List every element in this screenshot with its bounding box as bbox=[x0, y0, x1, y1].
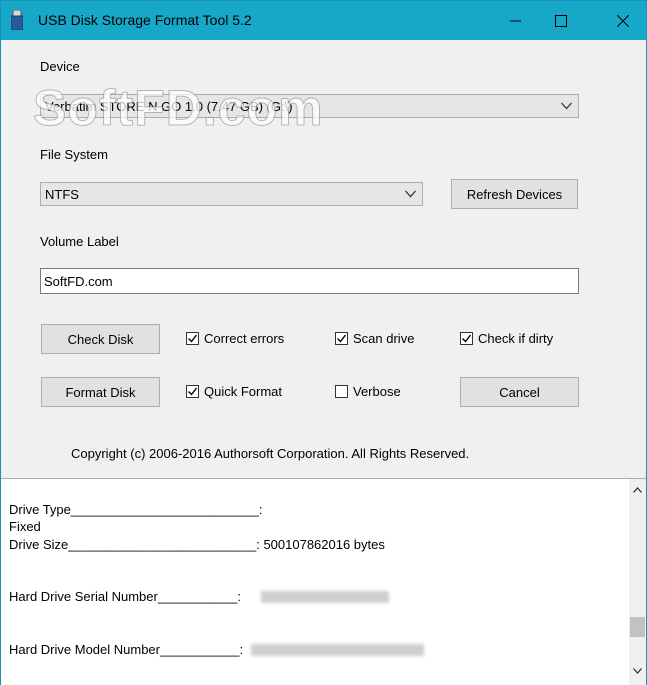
chevron-down-icon bbox=[561, 102, 572, 110]
volume-label-input[interactable]: SoftFD.com bbox=[40, 268, 579, 294]
device-dropdown[interactable]: Verbatim STORE N GO 1.0 (7.47 GB) (G:\) bbox=[40, 94, 579, 118]
minimize-button[interactable] bbox=[492, 1, 538, 40]
device-label: Device bbox=[40, 59, 80, 74]
file-system-dropdown[interactable]: NTFS bbox=[40, 182, 423, 206]
app-window: USB Disk Storage Format Tool 5.2 Device … bbox=[0, 0, 647, 685]
checkbox-box bbox=[335, 332, 348, 345]
checkbox-box bbox=[460, 332, 473, 345]
file-system-value: NTFS bbox=[45, 187, 79, 202]
check-if-dirty-checkbox[interactable]: Check if dirty bbox=[460, 331, 553, 346]
scrollbar-thumb[interactable] bbox=[630, 617, 645, 637]
refresh-devices-button[interactable]: Refresh Devices bbox=[451, 179, 578, 209]
log-drive-type: Drive Type__________________________: bbox=[9, 502, 263, 517]
close-button[interactable] bbox=[600, 1, 646, 40]
log-output[interactable]: Drive Type__________________________: Fi… bbox=[1, 478, 646, 685]
file-system-label: File System bbox=[40, 147, 108, 162]
log-drive-type-value: Fixed bbox=[9, 519, 41, 534]
checkbox-box bbox=[335, 385, 348, 398]
checkmark-icon bbox=[462, 334, 472, 343]
title-bar[interactable]: USB Disk Storage Format Tool 5.2 bbox=[1, 1, 646, 40]
close-icon bbox=[617, 14, 629, 27]
scan-drive-label: Scan drive bbox=[353, 331, 415, 346]
device-value: Verbatim STORE N GO 1.0 (7.47 GB) (G:\) bbox=[45, 99, 293, 114]
log-model-number: Hard Drive Model Number___________: bbox=[9, 642, 244, 657]
check-disk-button[interactable]: Check Disk bbox=[41, 324, 160, 354]
correct-errors-label: Correct errors bbox=[204, 331, 285, 346]
volume-label-value: SoftFD.com bbox=[44, 274, 113, 289]
verbose-label: Verbose bbox=[353, 384, 401, 399]
quick-format-label: Quick Format bbox=[204, 384, 283, 399]
checkmark-icon bbox=[337, 334, 347, 343]
checkbox-box bbox=[186, 385, 199, 398]
log-drive-size: Drive Size__________________________: 50… bbox=[9, 537, 385, 552]
redacted-serial bbox=[261, 591, 389, 603]
format-disk-button[interactable]: Format Disk bbox=[41, 377, 160, 407]
log-scrollbar[interactable] bbox=[629, 479, 646, 685]
volume-label-label: Volume Label bbox=[40, 234, 119, 249]
minimize-icon bbox=[509, 20, 521, 22]
checkmark-icon bbox=[188, 334, 198, 343]
copyright-text: Copyright (c) 2006-2016 Authorsoft Corpo… bbox=[71, 446, 470, 461]
redacted-model bbox=[251, 644, 424, 656]
cancel-button[interactable]: Cancel bbox=[460, 377, 579, 407]
checkbox-box bbox=[186, 332, 199, 345]
chevron-down-icon bbox=[405, 190, 416, 198]
main-panel: Device Verbatim STORE N GO 1.0 (7.47 GB)… bbox=[1, 40, 646, 477]
usb-drive-icon bbox=[11, 10, 23, 30]
correct-errors-checkbox[interactable]: Correct errors bbox=[186, 331, 284, 346]
quick-format-checkbox[interactable]: Quick Format bbox=[186, 384, 282, 399]
checkmark-icon bbox=[188, 387, 198, 396]
chevron-down-icon bbox=[633, 668, 642, 674]
check-if-dirty-label: Check if dirty bbox=[478, 331, 554, 346]
maximize-button[interactable] bbox=[538, 1, 584, 40]
verbose-checkbox[interactable]: Verbose bbox=[335, 384, 401, 399]
log-serial-number: Hard Drive Serial Number___________: bbox=[9, 589, 241, 604]
maximize-icon bbox=[555, 14, 567, 27]
chevron-up-icon bbox=[633, 487, 642, 493]
window-title: USB Disk Storage Format Tool 5.2 bbox=[38, 12, 252, 28]
scan-drive-checkbox[interactable]: Scan drive bbox=[335, 331, 414, 346]
